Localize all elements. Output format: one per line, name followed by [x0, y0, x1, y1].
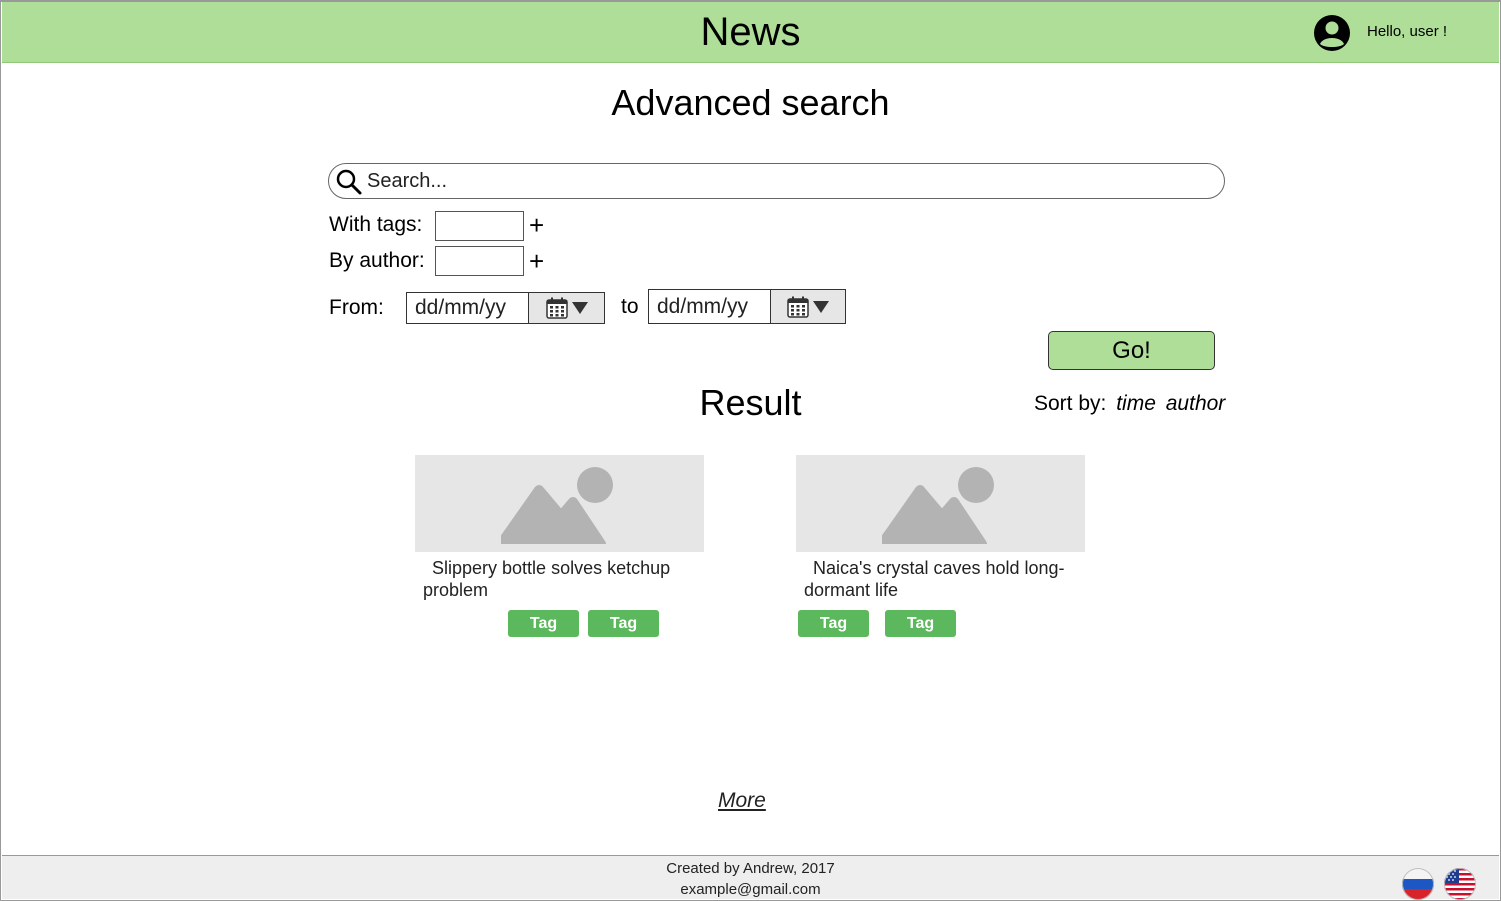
author-label: By author:: [329, 249, 425, 272]
footer-info: Created by Andrew, 2017 example@gmail.co…: [2, 858, 1499, 900]
page-frame: [0, 0, 1501, 901]
tag-badge[interactable]: Tag: [588, 610, 659, 637]
site-header: News Hello, user !: [2, 2, 1499, 63]
author-field[interactable]: [435, 246, 524, 276]
sort-controls: Sort by: time author: [1034, 392, 1225, 416]
tags-label: With tags:: [329, 213, 423, 236]
from-date-dropdown-button[interactable]: [529, 293, 604, 323]
go-button[interactable]: Go!: [1048, 331, 1215, 370]
tag-list: Tag Tag: [798, 610, 956, 637]
add-tag-button[interactable]: +: [529, 212, 544, 238]
news-headline[interactable]: Naica's crystal caves hold long-dormant …: [796, 552, 1085, 601]
sort-label: Sort by:: [1034, 392, 1107, 415]
calendar-icon: [787, 296, 809, 318]
search-icon: [336, 169, 362, 195]
footer-credit: Created by Andrew, 2017: [666, 860, 835, 877]
page-title: Advanced search: [611, 82, 890, 123]
tag-badge[interactable]: Tag: [508, 610, 579, 637]
to-date-picker: [648, 289, 846, 324]
chevron-down-icon: [571, 302, 588, 314]
news-headline[interactable]: Slippery bottle solves ketchup problem: [415, 552, 704, 601]
sort-option-time[interactable]: time: [1116, 392, 1156, 415]
search-bar: [328, 163, 1225, 199]
to-date-dropdown-button[interactable]: [771, 290, 845, 323]
chevron-down-icon: [813, 300, 829, 313]
user-avatar-icon[interactable]: [1313, 14, 1351, 52]
tag-badge[interactable]: Tag: [798, 610, 869, 637]
user-greeting: Hello, user !: [1367, 23, 1448, 40]
from-date-picker: [406, 292, 605, 324]
news-card[interactable]: Naica's crystal caves hold long-dormant …: [796, 455, 1085, 637]
result-title: Result: [699, 382, 802, 423]
image-icon: [882, 467, 994, 544]
image-placeholder: [796, 455, 1085, 552]
to-date-input[interactable]: [649, 290, 771, 323]
russian-flag-icon[interactable]: [1402, 868, 1434, 900]
tag-list: Tag Tag: [508, 610, 659, 637]
from-label: From:: [329, 296, 384, 319]
from-date-input[interactable]: [407, 293, 529, 323]
tags-field[interactable]: [435, 211, 524, 241]
sort-option-author[interactable]: author: [1166, 392, 1226, 415]
more-link[interactable]: More: [718, 789, 766, 813]
calendar-icon: [545, 297, 568, 319]
site-footer: Created by Andrew, 2017 example@gmail.co…: [2, 855, 1499, 900]
to-label: to: [621, 295, 639, 318]
image-placeholder: [415, 455, 704, 552]
search-input[interactable]: [367, 168, 1207, 194]
site-title: News: [700, 10, 801, 54]
image-icon: [501, 467, 613, 544]
tag-badge[interactable]: Tag: [885, 610, 956, 637]
us-flag-icon[interactable]: [1444, 868, 1476, 900]
news-card[interactable]: Slippery bottle solves ketchup problem T…: [415, 455, 704, 637]
add-author-button[interactable]: +: [529, 248, 544, 274]
footer-email: example@gmail.com: [680, 881, 821, 898]
